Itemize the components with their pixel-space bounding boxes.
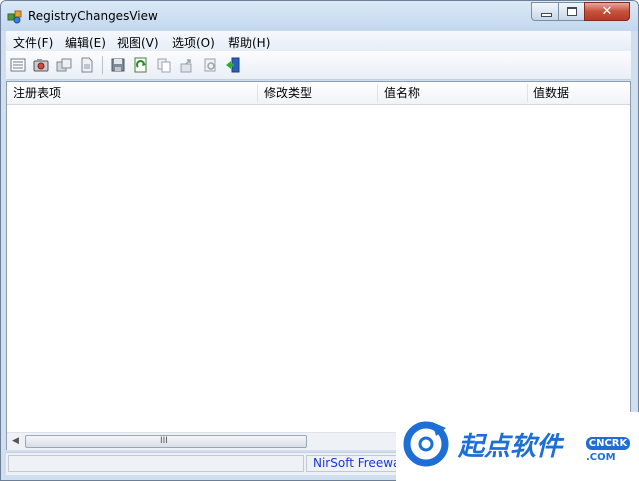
close-button[interactable]: ✕: [584, 2, 630, 21]
minimize-icon: [541, 13, 552, 17]
title-bar[interactable]: RegistryChangesView ✕: [1, 1, 638, 31]
menu-bar: 文件(F) 编辑(E) 视图(V) 选项(O) 帮助(H): [6, 31, 631, 51]
menu-help[interactable]: 帮助(H): [228, 34, 270, 51]
toolbar-separator: [102, 56, 103, 74]
menu-options[interactable]: 选项(O): [172, 34, 215, 51]
save-icon[interactable]: [110, 57, 126, 73]
toolbar: [6, 51, 631, 80]
nirsoft-link[interactable]: NirSoft Freewa: [313, 456, 400, 470]
scrollbar-thumb[interactable]: III: [25, 435, 307, 448]
column-divider[interactable]: [377, 84, 378, 102]
scroll-left-arrow-icon[interactable]: ◀: [9, 435, 22, 448]
exit-icon[interactable]: [225, 57, 241, 73]
maximize-icon: [567, 7, 577, 16]
close-icon: ✕: [601, 4, 613, 19]
menu-file[interactable]: 文件(F): [13, 34, 53, 51]
column-divider[interactable]: [257, 84, 258, 102]
watermark-overlay: 起点软件 CNCRK .COM: [396, 412, 639, 481]
properties-icon[interactable]: [202, 57, 218, 73]
watermark-badge: CNCRK: [586, 437, 630, 450]
column-divider[interactable]: [527, 84, 528, 102]
minimize-button[interactable]: [531, 2, 559, 21]
status-panel-items: [8, 455, 304, 472]
snapshot-camera-icon[interactable]: [33, 57, 49, 73]
window-title: RegistryChangesView: [28, 9, 158, 23]
maximize-button[interactable]: [558, 2, 585, 21]
scrollbar-grip: III: [160, 436, 168, 446]
column-header-change-type[interactable]: 修改类型: [264, 82, 312, 104]
list-header: 注册表项 修改类型 值名称 值数据: [7, 82, 630, 105]
copy-icon[interactable]: [156, 57, 172, 73]
menu-edit[interactable]: 编辑(E): [65, 34, 106, 51]
refresh-icon[interactable]: [133, 57, 149, 73]
watermark-logo-icon: [403, 421, 449, 467]
compare-snapshots-icon[interactable]: [56, 57, 72, 73]
registry-changes-list[interactable]: 注册表项 修改类型 值名称 值数据 ◀ III: [6, 81, 631, 450]
export-icon[interactable]: [179, 57, 195, 73]
list-view-icon[interactable]: [10, 57, 26, 73]
watermark-text: 起点软件: [458, 432, 563, 462]
load-file-icon[interactable]: [79, 57, 95, 73]
column-header-value-data[interactable]: 值数据: [533, 82, 569, 104]
menu-view[interactable]: 视图(V): [117, 34, 159, 51]
column-header-value-name[interactable]: 值名称: [384, 82, 420, 104]
app-window: RegistryChangesView ✕ 文件(F) 编辑(E) 视图(V) …: [0, 0, 639, 481]
app-registry-icon: [7, 10, 22, 24]
watermark-domain: .COM: [586, 452, 616, 463]
column-header-registry-key[interactable]: 注册表项: [13, 82, 61, 104]
